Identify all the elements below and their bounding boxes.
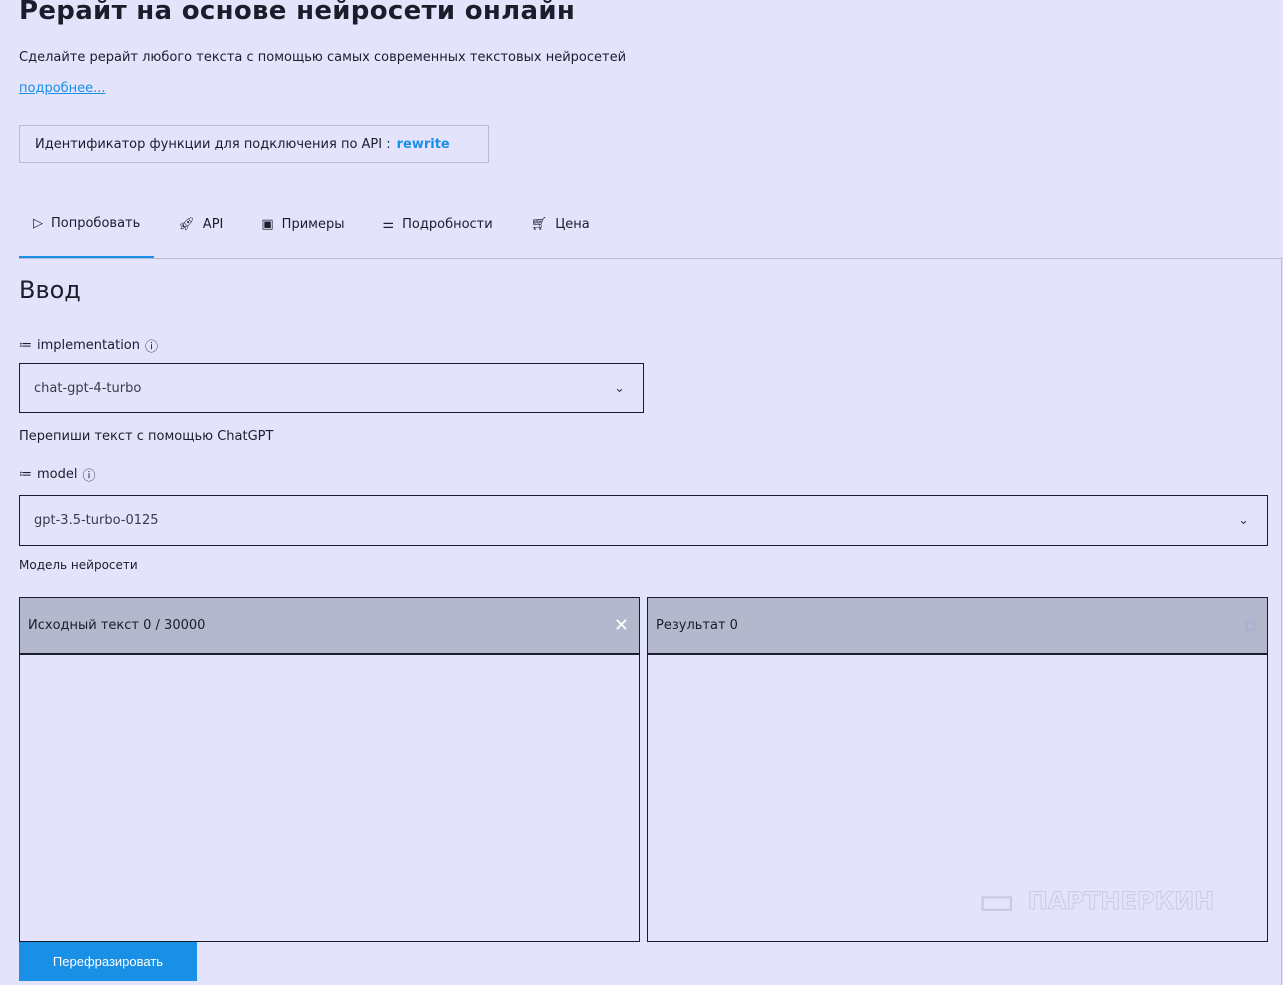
book-icon: ▣ xyxy=(261,216,274,232)
result-header: Результат 0 ⧉ xyxy=(648,598,1267,655)
play-icon: ▷ xyxy=(33,215,43,231)
tabs: ▷ Попробовать 🚀︎ API ▣ Примеры ⚌ Подробности… xyxy=(19,204,614,258)
tab-label: Цена xyxy=(555,216,590,232)
copy-icon[interactable]: ⧉ xyxy=(1244,615,1257,636)
page-subtitle: Сделайте рерайт любого текста с помощью … xyxy=(19,50,627,65)
tab-label: API xyxy=(202,216,224,232)
list-icon: ≔ xyxy=(19,467,32,482)
tab-try[interactable]: ▷ Попробовать xyxy=(19,204,155,258)
label-text: implementation xyxy=(37,338,141,353)
list-icon: ≔ xyxy=(19,338,32,353)
implementation-help: Перепиши текст с помощью ChatGPT xyxy=(19,429,274,444)
model-help: Модель нейросети xyxy=(19,558,138,572)
implementation-select[interactable]: chat-gpt-4-turbo ⌄ xyxy=(19,363,644,413)
select-value: chat-gpt-4-turbo xyxy=(34,380,142,396)
select-value: gpt-3.5-turbo-0125 xyxy=(34,513,159,528)
cart-icon: 🛒︎ xyxy=(530,216,548,232)
rocket-icon: 🚀︎ xyxy=(178,216,195,232)
tab-examples[interactable]: ▣ Примеры xyxy=(247,204,358,244)
model-label: ≔ model ⓘ xyxy=(19,465,96,484)
help-icon[interactable]: ⓘ xyxy=(82,465,95,484)
tab-label: Примеры xyxy=(281,216,345,232)
chevron-down-icon: ⌄ xyxy=(614,380,625,396)
api-id: rewrite xyxy=(396,136,450,152)
source-panel: Исходный текст 0 / 30000 ✕ xyxy=(19,597,640,942)
rephrase-button[interactable]: Перефразировать xyxy=(19,942,197,981)
tab-api[interactable]: 🚀︎ API xyxy=(164,204,237,244)
api-id-box: Идентификатор функции для подключения по… xyxy=(19,125,489,163)
source-textarea[interactable] xyxy=(20,655,639,939)
settings-icon: ⚌ xyxy=(382,216,395,232)
chevron-down-icon: ⌄ xyxy=(1238,513,1249,528)
api-label: Идентификатор функции для подключения по… xyxy=(35,136,391,152)
divider xyxy=(19,258,1283,259)
tab-label: Попробовать xyxy=(51,215,141,231)
divider xyxy=(1281,258,1282,985)
close-icon[interactable]: ✕ xyxy=(614,615,629,636)
label-text: model xyxy=(37,467,78,482)
tab-details[interactable]: ⚌ Подробности xyxy=(368,204,506,244)
source-label: Исходный текст 0 / 30000 xyxy=(28,618,206,633)
result-label: Результат 0 xyxy=(656,618,738,633)
tab-price[interactable]: 🛒︎ Цена xyxy=(517,204,604,244)
model-select[interactable]: gpt-3.5-turbo-0125 ⌄ xyxy=(19,495,1268,546)
help-icon[interactable]: ⓘ xyxy=(145,336,158,355)
more-link[interactable]: подробнее... xyxy=(19,81,106,96)
source-header: Исходный текст 0 / 30000 ✕ xyxy=(20,598,639,655)
tab-label: Подробности xyxy=(402,216,493,232)
implementation-label: ≔ implementation ⓘ xyxy=(19,336,158,355)
input-heading: Ввод xyxy=(19,276,81,304)
watermark-logo: ▭ ПАРТНЕРКИН xyxy=(978,878,1215,924)
page-title: Рерайт на основе нейросети онлайн xyxy=(19,0,576,26)
